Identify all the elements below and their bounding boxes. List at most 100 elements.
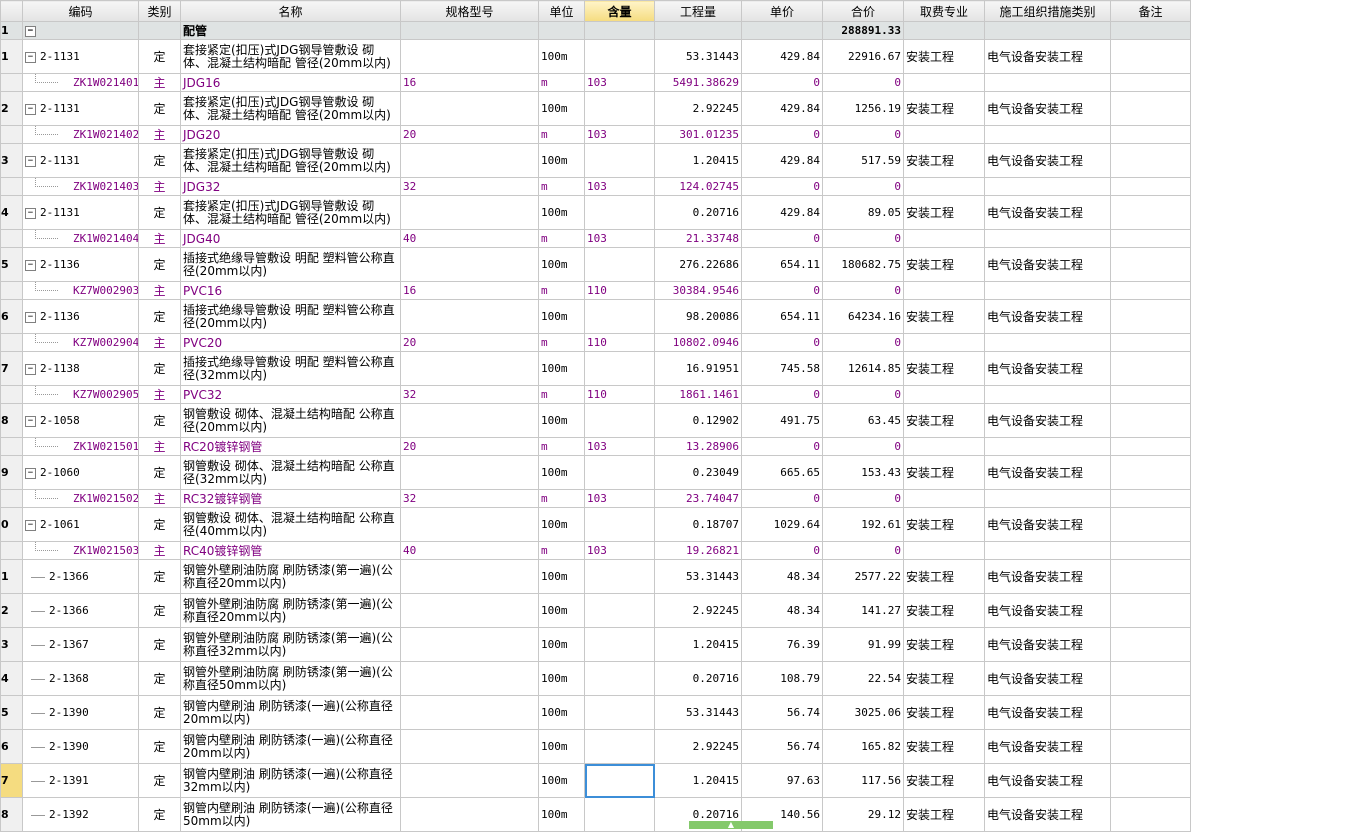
unit-cell[interactable]: 100m (538, 729, 585, 764)
row-number[interactable]: 4 (0, 661, 23, 696)
row-number[interactable]: 1 (0, 559, 23, 594)
row-number[interactable]: 3 (0, 143, 23, 178)
name-cell[interactable]: JDG40 (180, 229, 401, 248)
name-cell[interactable]: JDG32 (180, 177, 401, 196)
note-cell[interactable] (1110, 195, 1191, 230)
row-number[interactable]: 4 (0, 195, 23, 230)
fee-specialty-cell[interactable]: 安装工程 (903, 627, 985, 662)
code-cell[interactable]: −2-1061 (22, 507, 139, 542)
quantity-cell[interactable]: 53.31443 (654, 39, 742, 74)
category-cell[interactable]: 定 (138, 91, 181, 126)
note-cell[interactable] (1110, 385, 1191, 404)
code-cell[interactable]: −2-1058 (22, 403, 139, 438)
quantity-cell[interactable]: 276.22686 (654, 247, 742, 282)
unit-cell[interactable]: 100m (538, 91, 585, 126)
collapse-box-icon[interactable]: − (25, 415, 36, 427)
code-cell[interactable]: −2-1131 (22, 195, 139, 230)
fee-specialty-cell[interactable]: 安装工程 (903, 507, 985, 542)
quantity-cell[interactable]: 1.20415 (654, 143, 742, 178)
category-cell[interactable]: 定 (138, 593, 181, 628)
code-cell[interactable]: 2-1368 (22, 661, 139, 696)
row-number[interactable]: 6 (0, 299, 23, 334)
group-row[interactable]: 1 − 配管 288891.33 (0, 21, 1191, 40)
quantity-cell[interactable]: 2.92245 (654, 91, 742, 126)
total-cell[interactable]: 192.61 (822, 507, 904, 542)
unit-cell[interactable]: 100m (538, 797, 585, 832)
spec-cell[interactable] (400, 143, 539, 178)
note-cell[interactable] (1110, 437, 1191, 456)
name-cell[interactable]: 插接式绝缘导管敷设 明配 塑料管公称直径(32mm以内) (180, 351, 401, 386)
quota-row[interactable]: 3−2-1131 定套接紧定(扣压)式JDG钢导管敷设 砌体、混凝土结构暗配 管径… (0, 143, 1191, 178)
total-cell[interactable]: 22916.67 (822, 39, 904, 74)
name-cell[interactable]: JDG16 (180, 73, 401, 92)
unit-cell[interactable]: 100m (538, 627, 585, 662)
header-total[interactable]: 合价 (822, 0, 904, 22)
quantity-cell[interactable]: 301.01235 (654, 125, 742, 144)
unit-price-cell[interactable]: 0 (741, 437, 823, 456)
quantity-cell[interactable]: 0.12902 (654, 403, 742, 438)
spec-cell[interactable] (400, 455, 539, 490)
content-cell[interactable]: 103 (584, 489, 655, 508)
material-row[interactable]: ZK1W021403 主 JDG32 32 m 103 124.02745 0 0 (0, 177, 1191, 196)
note-cell[interactable] (1110, 729, 1191, 764)
measure-category-cell[interactable]: 电气设备安装工程 (984, 455, 1111, 490)
note-cell[interactable] (1110, 661, 1191, 696)
quota-row[interactable]: 6 2-1390 定钢管内壁刷油 刷防锈漆(一遍)(公称直径20mm以内) 100m 2… (0, 729, 1191, 764)
name-cell[interactable]: RC32镀锌钢管 (180, 489, 401, 508)
note-cell[interactable] (1110, 229, 1191, 248)
header-spec[interactable]: 规格型号 (400, 0, 539, 22)
unit-cell[interactable]: m (538, 437, 585, 456)
row-number[interactable] (0, 177, 23, 196)
content-cell[interactable] (584, 559, 655, 594)
category-cell[interactable]: 定 (138, 559, 181, 594)
measure-category-cell[interactable]: 电气设备安装工程 (984, 695, 1111, 730)
content-cell[interactable]: 110 (584, 385, 655, 404)
spec-cell[interactable] (400, 729, 539, 764)
category-cell[interactable]: 主 (138, 385, 181, 404)
measure-category-cell[interactable]: 电气设备安装工程 (984, 559, 1111, 594)
fee-specialty-cell[interactable]: 安装工程 (903, 695, 985, 730)
unit-cell[interactable]: 100m (538, 299, 585, 334)
name-cell[interactable]: RC20镀锌钢管 (180, 437, 401, 456)
quota-row[interactable]: 7 2-1391 定钢管内壁刷油 刷防锈漆(一遍)(公称直径32mm以内) 100m 1… (0, 763, 1191, 798)
note-cell[interactable] (1110, 797, 1191, 832)
header-name[interactable]: 名称 (180, 0, 401, 22)
content-cell[interactable]: 103 (584, 229, 655, 248)
content-cell[interactable] (584, 143, 655, 178)
unit-price-cell[interactable]: 0 (741, 385, 823, 404)
total-cell[interactable]: 0 (822, 489, 904, 508)
code-cell[interactable]: −2-1131 (22, 39, 139, 74)
row-number[interactable]: 6 (0, 729, 23, 764)
spec-cell[interactable]: 16 (400, 281, 539, 300)
collapse-box-icon[interactable]: − (25, 155, 36, 167)
fee-specialty-cell[interactable] (903, 489, 985, 508)
name-cell[interactable]: 套接紧定(扣压)式JDG钢导管敷设 砌体、混凝土结构暗配 管径(20mm以内) (180, 143, 401, 178)
content-cell[interactable] (584, 661, 655, 696)
note-cell[interactable] (1110, 143, 1191, 178)
spec-cell[interactable] (400, 351, 539, 386)
content-cell[interactable] (584, 593, 655, 628)
collapse-box-icon[interactable]: − (25, 363, 36, 375)
quantity-cell[interactable]: 1.20415 (654, 627, 742, 662)
unit-price-cell[interactable]: 0 (741, 229, 823, 248)
measure-category-cell[interactable]: 电气设备安装工程 (984, 299, 1111, 334)
group-code-cell[interactable]: − (22, 21, 139, 40)
total-cell[interactable]: 2577.22 (822, 559, 904, 594)
content-cell[interactable] (584, 195, 655, 230)
code-cell[interactable]: ZK1W021401 (22, 73, 139, 92)
quantity-cell[interactable]: 13.28906 (654, 437, 742, 456)
unit-price-cell[interactable]: 0 (741, 281, 823, 300)
fee-specialty-cell[interactable]: 安装工程 (903, 403, 985, 438)
quota-row[interactable]: 5−2-1136 定插接式绝缘导管敷设 明配 塑料管公称直径(20mm以内) 100… (0, 247, 1191, 282)
quantity-cell[interactable]: 21.33748 (654, 229, 742, 248)
material-row[interactable]: ZK1W021402 主 JDG20 20 m 103 301.01235 0 0 (0, 125, 1191, 144)
fee-specialty-cell[interactable]: 安装工程 (903, 763, 985, 798)
category-cell[interactable]: 定 (138, 661, 181, 696)
total-cell[interactable]: 0 (822, 73, 904, 92)
name-cell[interactable]: 套接紧定(扣压)式JDG钢导管敷设 砌体、混凝土结构暗配 管径(20mm以内) (180, 195, 401, 230)
material-row[interactable]: KZ7W002903 主 PVC16 16 m 110 30384.9546 0 0 (0, 281, 1191, 300)
fee-specialty-cell[interactable]: 安装工程 (903, 195, 985, 230)
unit-price-cell[interactable]: 429.84 (741, 39, 823, 74)
row-number[interactable]: 5 (0, 695, 23, 730)
spec-cell[interactable] (400, 247, 539, 282)
